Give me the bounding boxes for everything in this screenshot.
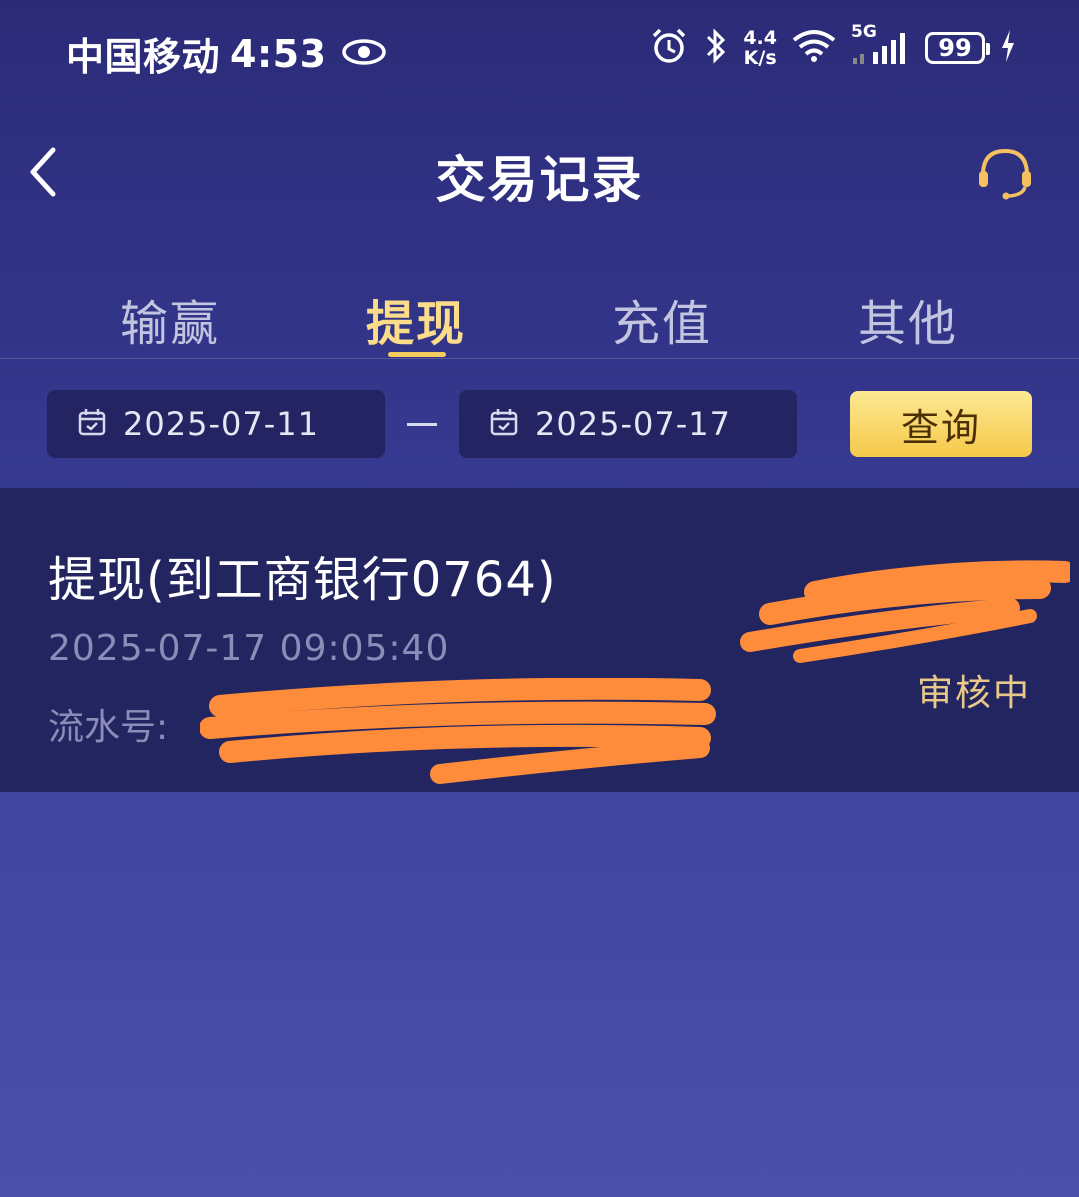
headset-icon: [979, 148, 1031, 200]
charging-icon: [999, 28, 1017, 68]
net-speed-value: 4.4: [743, 27, 777, 49]
status-left: 中国移动 4:53: [66, 26, 387, 81]
status-bar: 中国移动 4:53 4.4 K/s 5G 99: [0, 0, 1079, 100]
battery-icon: 99: [925, 32, 990, 64]
calendar-icon: [77, 407, 107, 441]
tab-win-loss[interactable]: 输赢: [120, 284, 220, 354]
record-title: 提现(到工商银行0764): [48, 552, 557, 608]
customer-service-button[interactable]: [973, 144, 1037, 204]
battery-level: 99: [938, 34, 972, 62]
list-item[interactable]: 提现(到工商银行0764) 2025-07-17 09:05:40 流水号: 审…: [0, 488, 1079, 792]
end-date-value: 2025-07-17: [535, 405, 731, 443]
bluetooth-icon: [703, 26, 729, 70]
tab-bar: 输赢 提现 充值 其他: [0, 270, 1079, 359]
signal-icon: 5G: [851, 22, 911, 66]
record-serial-label: 流水号:: [48, 707, 169, 748]
date-filter: 2025-07-11 2025-07-17 查询: [0, 390, 1079, 460]
status-time: 4:53: [230, 31, 327, 76]
date-range-separator: [407, 423, 437, 426]
header: 交易记录: [0, 120, 1079, 230]
tab-other[interactable]: 其他: [858, 284, 958, 354]
tab-recharge[interactable]: 充值: [612, 284, 712, 354]
record-time: 2025-07-17 09:05:40: [48, 628, 450, 669]
active-tab-indicator: [388, 352, 446, 357]
amount-redaction: [740, 560, 1070, 663]
page-title: 交易记录: [435, 151, 644, 209]
record-status: 审核中: [916, 673, 1031, 714]
end-date-picker[interactable]: 2025-07-17: [459, 390, 797, 458]
net-speed: 4.4 K/s: [743, 28, 777, 68]
status-right: 4.4 K/s 5G 99: [649, 22, 1017, 70]
alarm-icon: [649, 26, 689, 70]
network-type: 5G: [851, 22, 877, 42]
tab-withdraw[interactable]: 提现: [366, 284, 466, 354]
serial-redaction: [200, 678, 716, 784]
calendar-icon: [489, 407, 519, 441]
query-button[interactable]: 查询: [850, 391, 1032, 457]
net-speed-unit: K/s: [743, 47, 777, 69]
wifi-icon: [791, 28, 837, 68]
start-date-picker[interactable]: 2025-07-11: [47, 390, 385, 458]
eye-icon: [341, 32, 387, 76]
carrier-name: 中国移动: [66, 35, 221, 79]
start-date-value: 2025-07-11: [123, 405, 319, 443]
